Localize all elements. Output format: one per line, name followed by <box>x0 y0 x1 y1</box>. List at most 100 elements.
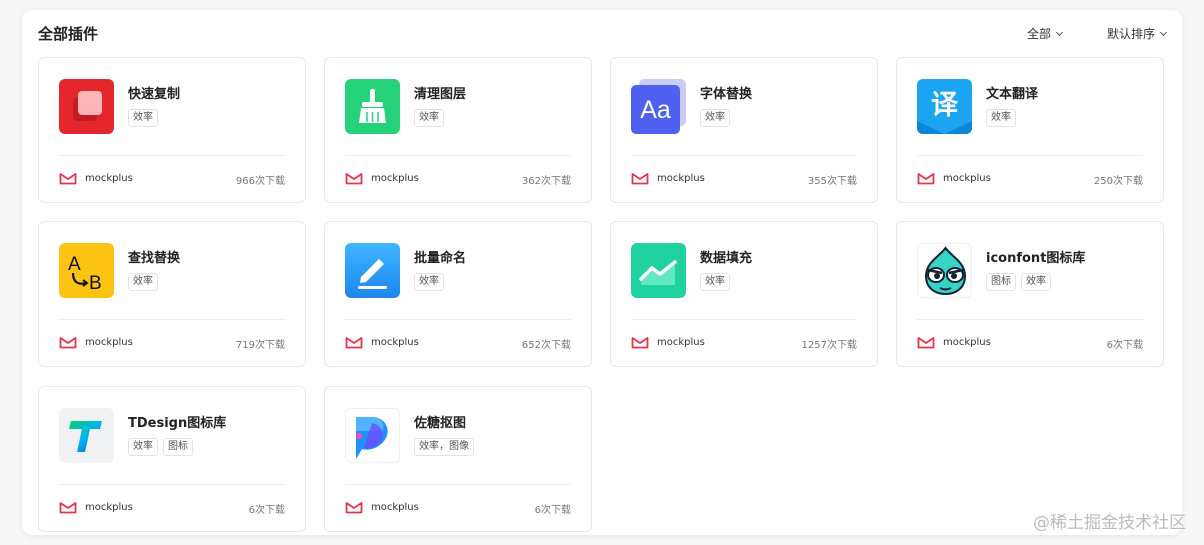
plugin-tag: 效率 <box>700 273 730 291</box>
author-name: mockplus <box>371 337 419 348</box>
plugin-name: 文本翻译 <box>986 87 1039 102</box>
svg-text:Aa: Aa <box>640 96 671 124</box>
mockplus-logo-icon <box>345 337 363 349</box>
author-name: mockplus <box>657 173 705 184</box>
plugin-tag: 图标 <box>986 273 1016 291</box>
download-count: 6次下载 <box>248 505 285 516</box>
sort-dropdown[interactable]: 默认排序 <box>1107 25 1168 42</box>
mockplus-logo-icon <box>631 337 649 349</box>
mockplus-logo-icon <box>345 173 363 185</box>
plugin-author: mockplus <box>631 172 705 185</box>
page-title: 全部插件 <box>38 25 99 43</box>
author-name: mockplus <box>85 173 133 184</box>
mockplus-logo-icon <box>59 173 77 185</box>
svg-text:A: A <box>68 254 81 275</box>
mockplus-logo-icon <box>59 337 77 349</box>
plugin-name: 数据填充 <box>700 251 753 266</box>
divider <box>917 319 1143 320</box>
plugin-author: mockplus <box>59 336 133 349</box>
broom-icon <box>345 79 400 134</box>
plugin-tag: 效率 <box>128 438 158 456</box>
plugin-card[interactable]: 译 文本翻译 效率 mockplus 250次下载 <box>896 57 1164 203</box>
plugin-card[interactable]: 快速复制 效率 mockplus 966次下载 <box>38 57 306 203</box>
pen-icon <box>345 243 400 298</box>
plugin-author: mockplus <box>59 501 133 514</box>
plugin-author: mockplus <box>917 336 991 349</box>
author-name: mockplus <box>85 337 133 348</box>
plugin-author: mockplus <box>345 172 419 185</box>
author-name: mockplus <box>85 502 133 513</box>
download-count: 6次下载 <box>1106 340 1143 351</box>
author-name: mockplus <box>943 173 991 184</box>
plugin-card[interactable]: iconfont图标库 图标 效率 mockplus 6次下载 <box>896 221 1164 367</box>
plugins-panel: 全部插件 全部 默认排序 快速复制 效率 mockplus 966次下载 清理图… <box>22 10 1182 535</box>
plugin-tag: 效率 <box>1021 273 1051 291</box>
plugin-card[interactable]: Aa 字体替换 效率 mockplus 355次下载 <box>610 57 878 203</box>
watermark-text: @稀土掘金技术社区 <box>1033 513 1186 533</box>
download-count: 362次下载 <box>521 176 571 187</box>
plugin-card[interactable]: 数据填充 效率 mockplus 1257次下载 <box>610 221 878 367</box>
svg-text:译: 译 <box>931 90 959 121</box>
divider <box>917 155 1143 156</box>
divider <box>631 319 857 320</box>
plugin-name: 佐糖抠图 <box>414 416 467 431</box>
plugin-name: TDesign图标库 <box>128 416 227 431</box>
chart-icon <box>631 243 686 298</box>
panel-header: 全部插件 全部 默认排序 <box>38 22 1168 46</box>
download-count: 355次下载 <box>807 176 857 187</box>
plugin-card[interactable]: 批量命名 效率 mockplus 652次下载 <box>324 221 592 367</box>
plugin-tag: 效率 <box>986 109 1016 127</box>
mockplus-logo-icon <box>345 502 363 514</box>
divider <box>59 319 285 320</box>
plugin-tag: 效率 <box>414 273 444 291</box>
plugin-name: 查找替换 <box>128 251 181 266</box>
plugin-card[interactable]: TDesign图标库 效率 图标 mockplus 6次下载 <box>38 386 306 532</box>
translate-icon: 译 <box>917 79 972 134</box>
plugin-tag: 效率 <box>128 109 158 127</box>
mockplus-logo-icon <box>917 337 935 349</box>
quick-copy-icon <box>59 79 114 134</box>
plugin-card[interactable]: 佐糖抠图 效率，图像 mockplus 6次下载 <box>324 386 592 532</box>
download-count: 966次下载 <box>235 176 285 187</box>
divider <box>631 155 857 156</box>
author-name: mockplus <box>371 173 419 184</box>
divider <box>59 484 285 485</box>
font-replace-icon: Aa <box>631 79 686 134</box>
filter-label: 全部 <box>1026 27 1051 41</box>
author-name: mockplus <box>657 337 705 348</box>
plugin-author: mockplus <box>631 336 705 349</box>
divider <box>345 155 571 156</box>
iconfont-mascot-icon <box>917 243 972 298</box>
author-name: mockplus <box>371 502 419 513</box>
plugin-author: mockplus <box>345 501 419 514</box>
chevron-down-icon <box>1159 28 1168 36</box>
plugin-name: 批量命名 <box>414 251 467 266</box>
plugin-name: 清理图层 <box>414 87 467 102</box>
tdesign-icon <box>59 408 114 463</box>
author-name: mockplus <box>943 337 991 348</box>
download-count: 652次下载 <box>521 340 571 351</box>
download-count: 719次下载 <box>235 340 285 351</box>
divider <box>59 155 285 156</box>
plugin-author: mockplus <box>345 336 419 349</box>
plugin-tag: 效率 <box>700 109 730 127</box>
plugin-tag: 效率 <box>414 109 444 127</box>
plugin-name: 快速复制 <box>128 87 181 102</box>
download-count: 250次下载 <box>1093 176 1143 187</box>
divider <box>345 484 571 485</box>
svg-text:B: B <box>89 273 102 294</box>
plugin-author: mockplus <box>917 172 991 185</box>
plugin-name: 字体替换 <box>700 87 753 102</box>
filter-dropdown[interactable]: 全部 <box>1026 25 1064 42</box>
divider <box>345 319 571 320</box>
cutout-icon <box>345 408 400 463</box>
plugin-name: iconfont图标库 <box>986 251 1086 266</box>
download-count: 6次下载 <box>534 505 571 516</box>
plugin-tag: 效率 <box>128 273 158 291</box>
plugin-card[interactable]: AB 查找替换 效率 mockplus 719次下载 <box>38 221 306 367</box>
plugin-card[interactable]: 清理图层 效率 mockplus 362次下载 <box>324 57 592 203</box>
chevron-down-icon <box>1055 28 1064 36</box>
mockplus-logo-icon <box>631 173 649 185</box>
plugin-tag: 图标 <box>163 438 193 456</box>
plugin-tag: 效率，图像 <box>414 438 474 456</box>
